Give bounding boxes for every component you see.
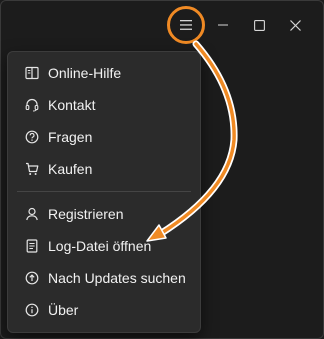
menu-item-label: Nach Updates suchen (48, 270, 186, 286)
menu-item-label: Registrieren (48, 206, 124, 222)
hamburger-menu-button[interactable] (169, 8, 203, 42)
menu-item-label: Kaufen (48, 161, 93, 177)
minimize-button[interactable] (206, 8, 240, 42)
menu-separator (17, 191, 191, 192)
maximize-button[interactable] (242, 8, 276, 42)
document-icon (24, 238, 40, 254)
book-icon (24, 65, 40, 81)
app-menu-dropdown: Online-Hilfe Kontakt Fragen Kaufen Regis… (7, 51, 201, 333)
headset-icon (24, 97, 40, 113)
close-icon (289, 19, 301, 31)
menu-item-online-hilfe[interactable]: Online-Hilfe (9, 58, 199, 88)
menu-item-nach-updates-suchen[interactable]: Nach Updates suchen (9, 263, 199, 293)
menu-item-registrieren[interactable]: Registrieren (9, 199, 199, 229)
menu-item-fragen[interactable]: Fragen (9, 122, 199, 152)
hamburger-icon (180, 20, 192, 30)
question-icon (24, 129, 40, 145)
menu-item-kontakt[interactable]: Kontakt (9, 90, 199, 120)
menu-item-label: Online-Hilfe (48, 65, 122, 81)
menu-item-kaufen[interactable]: Kaufen (9, 154, 199, 184)
cart-icon (24, 161, 40, 177)
minimize-icon (218, 24, 228, 26)
maximize-icon (253, 19, 265, 31)
close-button[interactable] (278, 8, 312, 42)
menu-item-label: Kontakt (48, 97, 96, 113)
menu-item-log-datei-oeffnen[interactable]: Log-Datei öffnen (9, 231, 199, 261)
info-icon (24, 302, 40, 318)
menu-item-label: Über (48, 302, 79, 318)
upload-icon (24, 270, 40, 286)
menu-item-ueber[interactable]: Über (9, 295, 199, 325)
menu-item-label: Log-Datei öffnen (48, 238, 152, 254)
menu-item-label: Fragen (48, 129, 93, 145)
person-icon (24, 206, 40, 222)
